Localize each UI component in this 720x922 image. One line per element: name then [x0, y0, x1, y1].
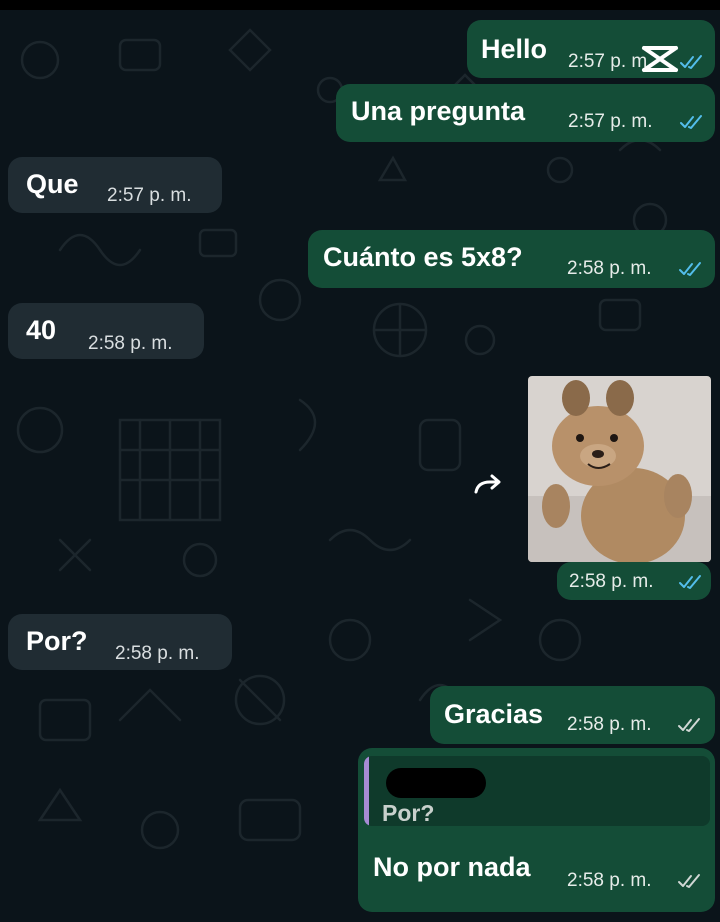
capcut-logo-icon — [642, 46, 678, 72]
reply-quote-bar — [364, 756, 369, 826]
status-bar — [0, 0, 720, 10]
message-text: Hello — [481, 34, 548, 64]
dog-sticker-illustration — [528, 376, 711, 562]
message-time: 2:58 p. m. — [567, 714, 652, 735]
message-bubble-incoming[interactable]: Que 2:57 p. m. — [8, 157, 222, 213]
message-time: 2:57 p. m. — [568, 111, 653, 132]
redacted-sender-name — [386, 768, 486, 798]
message-bubble-incoming[interactable]: 40 2:58 p. m. — [8, 303, 204, 359]
message-text: Gracias — [444, 699, 544, 729]
message-text: Una pregunta — [351, 96, 526, 126]
message-text: No por nada — [373, 852, 531, 882]
reply-quote-text: Por? — [382, 800, 435, 826]
message-bubble-outgoing[interactable]: Una pregunta 2:57 p. m. — [336, 84, 715, 142]
double-check-blue-icon — [680, 115, 702, 129]
double-check-blue-icon — [680, 55, 702, 69]
message-time: 2:58 p. m. — [567, 258, 652, 279]
message-bubble-outgoing[interactable]: Cuánto es 5x8? 2:58 p. m. — [308, 230, 715, 288]
double-check-grey-icon — [678, 874, 700, 888]
message-time: 2:58 p. m. — [88, 333, 173, 354]
message-text: Cuánto es 5x8? — [323, 242, 523, 272]
message-text: 40 — [26, 315, 57, 345]
message-bubble-outgoing[interactable]: Por? No por nada 2:58 p. m. — [358, 748, 715, 912]
double-check-blue-icon — [679, 575, 701, 589]
message-text: Que — [26, 169, 79, 199]
forward-arrow-icon[interactable] — [470, 470, 506, 500]
message-bubble-outgoing[interactable]: Gracias 2:58 p. m. — [430, 686, 715, 744]
reply-quote[interactable]: Por? — [364, 756, 710, 826]
message-bubble-outgoing[interactable]: 2:58 p. m. — [557, 562, 711, 600]
message-text: Por? — [26, 626, 88, 656]
double-check-grey-icon — [678, 718, 700, 732]
sticker-image[interactable] — [528, 376, 711, 562]
message-time: 2:57 p. m. — [107, 185, 192, 206]
message-time: 2:58 p. m. — [115, 643, 200, 664]
double-check-blue-icon — [679, 262, 701, 276]
message-time: 2:58 p. m. — [567, 870, 652, 891]
message-bubble-incoming[interactable]: Por? 2:58 p. m. — [8, 614, 232, 670]
message-time: 2:58 p. m. — [569, 571, 654, 592]
